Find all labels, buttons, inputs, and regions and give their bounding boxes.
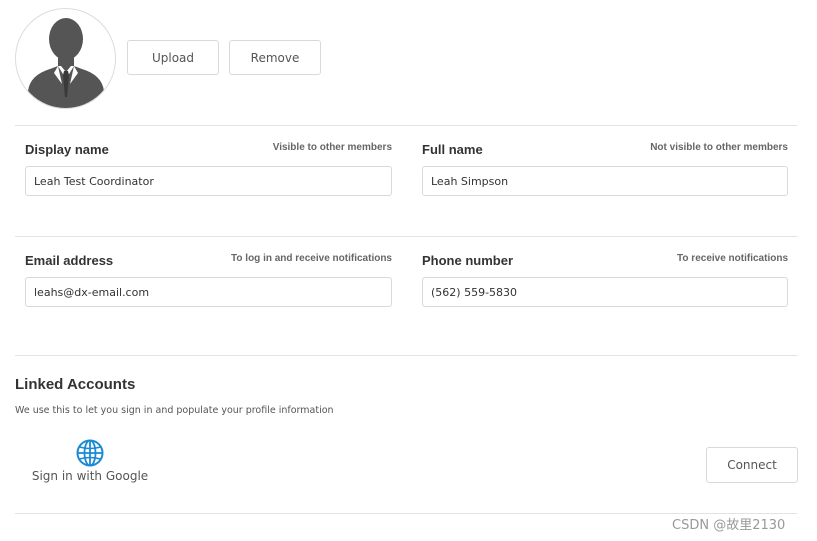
- divider: [15, 125, 797, 126]
- linked-accounts-title: Linked Accounts: [15, 376, 136, 393]
- globe-icon: [76, 439, 104, 467]
- full-name-input[interactable]: [422, 166, 788, 196]
- full-name-hint: Not visible to other members: [650, 142, 788, 153]
- google-provider-label: Sign in with Google: [31, 469, 149, 483]
- email-input[interactable]: [25, 277, 392, 307]
- phone-hint: To receive notifications: [677, 253, 788, 264]
- remove-button[interactable]: Remove: [229, 40, 321, 75]
- display-name-hint: Visible to other members: [272, 142, 392, 153]
- avatar: [15, 8, 116, 109]
- email-hint: To log in and receive notifications: [231, 253, 392, 264]
- linked-accounts-description: We use this to let you sign in and popul…: [15, 405, 334, 416]
- display-name-input[interactable]: [25, 166, 392, 196]
- display-name-label: Display name: [25, 142, 109, 157]
- phone-input[interactable]: [422, 277, 788, 307]
- phone-label: Phone number: [422, 253, 514, 268]
- watermark: CSDN @故里2130: [672, 518, 786, 533]
- divider: [15, 236, 797, 237]
- user-silhouette-icon: [28, 18, 104, 108]
- connect-button[interactable]: Connect: [706, 447, 798, 483]
- email-label: Email address: [25, 253, 114, 268]
- upload-button[interactable]: Upload: [127, 40, 219, 75]
- divider: [15, 355, 797, 356]
- full-name-label: Full name: [422, 142, 483, 157]
- google-provider[interactable]: Sign in with Google: [26, 437, 154, 487]
